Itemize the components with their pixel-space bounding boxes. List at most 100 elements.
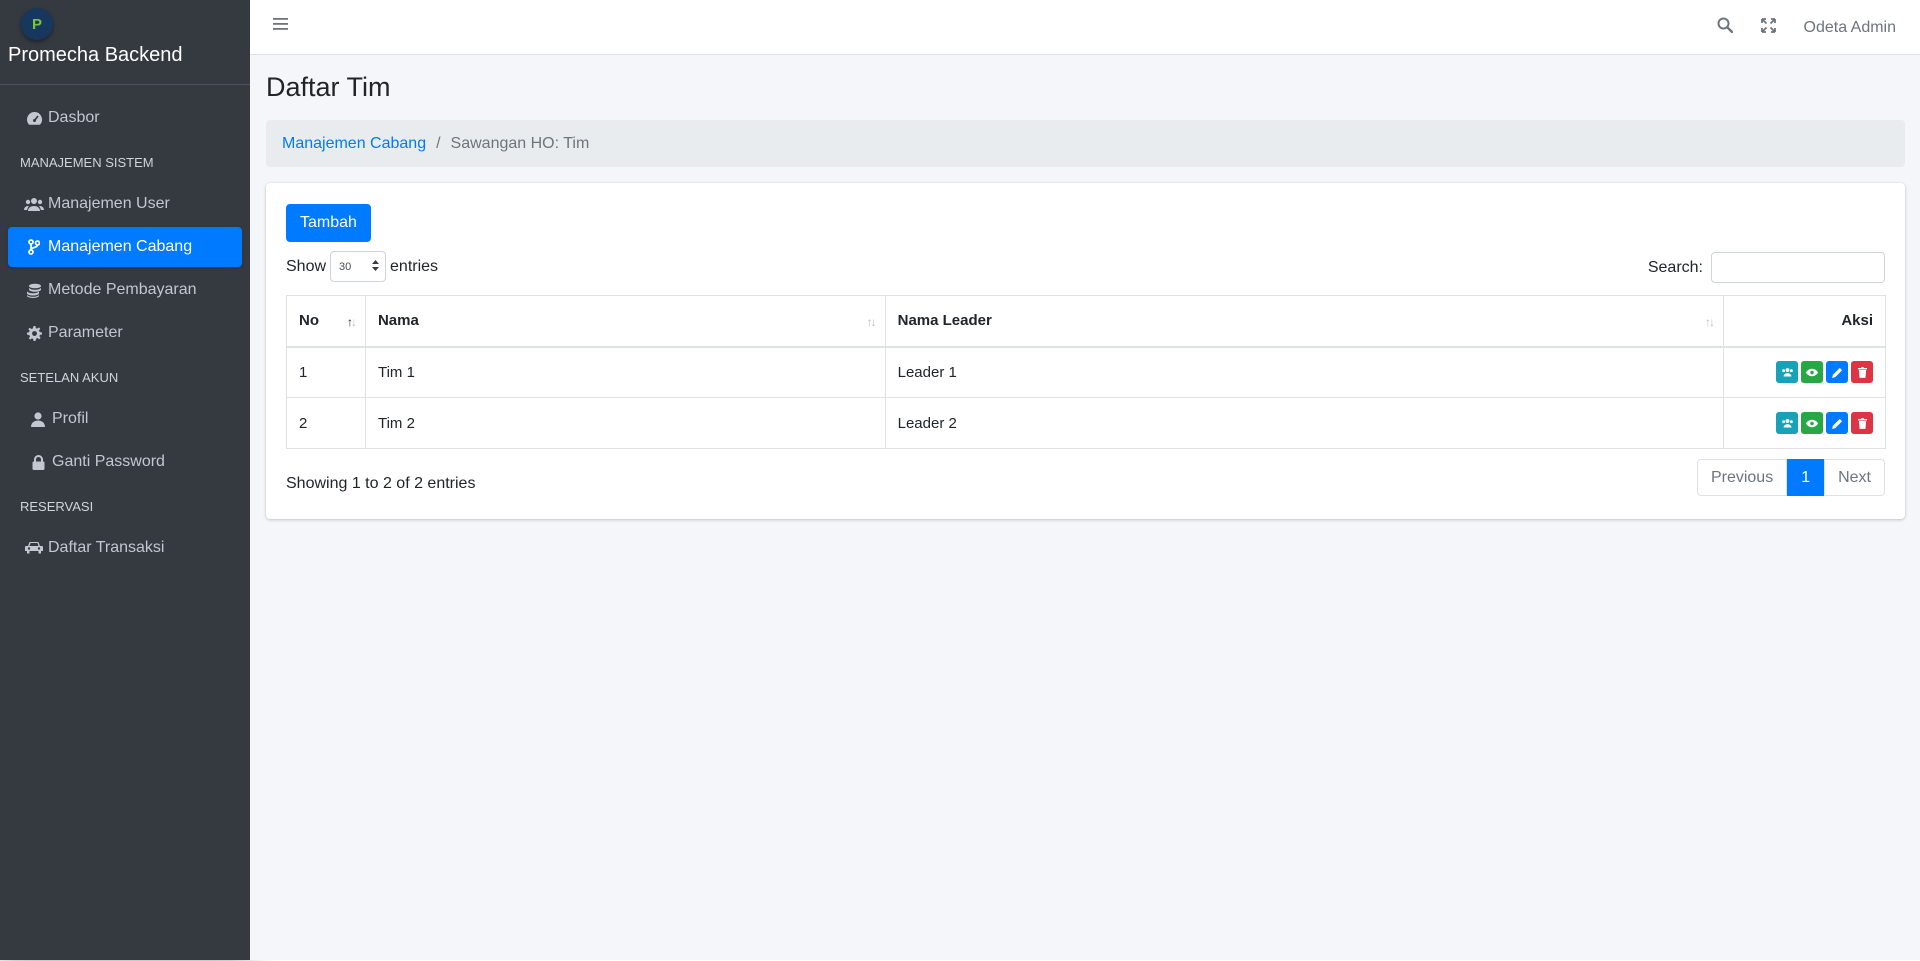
- members-button[interactable]: [1776, 412, 1798, 434]
- next-page-button[interactable]: Next: [1824, 459, 1885, 496]
- nav-header-system: MANAJEMEN SISTEM: [20, 154, 154, 170]
- show-label: Show: [286, 257, 327, 275]
- breadcrumb-separator: /: [436, 134, 441, 152]
- breadcrumb-link-branch-management[interactable]: Manajemen Cabang: [282, 135, 426, 153]
- car-icon: [24, 541, 44, 555]
- users-icon: [24, 197, 44, 211]
- column-header-label: No: [299, 312, 319, 330]
- pencil-icon: [1831, 418, 1842, 429]
- sidebar-item-change-password[interactable]: Ganti Password: [8, 442, 242, 482]
- sidebar-item-transactions[interactable]: Daftar Transaksi: [8, 528, 242, 568]
- column-header-aksi: Aksi: [1723, 295, 1886, 348]
- nav-header-account: SETELAN AKUN: [20, 369, 119, 385]
- table-header-row: No ↑↓ Nama ↑↓ Nama Leader ↑↓ Aksi: [286, 295, 1886, 348]
- brand-logo: P: [21, 8, 53, 40]
- delete-button[interactable]: [1851, 361, 1873, 384]
- eye-icon: [1806, 368, 1818, 376]
- breadcrumb-current: Sawangan HO: Tim: [450, 134, 590, 152]
- members-button[interactable]: [1776, 361, 1798, 384]
- users-icon: [1781, 368, 1793, 377]
- entries-label: entries: [390, 257, 439, 275]
- column-header-label: Nama: [377, 312, 419, 330]
- select-arrows-icon: [372, 259, 380, 274]
- sidebar-item-label: Parameter: [48, 324, 123, 341]
- cell-leader: Leader 2: [884, 397, 1725, 449]
- sort-asc-icon: ↑↓: [346, 315, 357, 329]
- brand-logo-letter: P: [31, 15, 42, 33]
- cell-no: 1: [286, 346, 366, 398]
- menu-toggle-icon[interactable]: [273, 17, 288, 36]
- sidebar-item-parameter[interactable]: Parameter: [8, 313, 242, 353]
- table-search: Search:: [1648, 252, 1885, 283]
- trash-icon: [1857, 366, 1867, 378]
- search-label: Search:: [1647, 258, 1703, 276]
- page-1-button[interactable]: 1: [1787, 459, 1825, 496]
- page-title: Daftar Tim: [266, 72, 391, 102]
- table-row: 1 Tim 1 Leader 1: [286, 346, 1886, 398]
- sidebar-item-label: Manajemen Cabang: [48, 238, 193, 255]
- view-button[interactable]: [1801, 412, 1823, 434]
- sidebar-item-label: Profil: [52, 410, 89, 427]
- code-branch-icon: [24, 239, 44, 255]
- brand-text: Promecha Backend: [8, 44, 183, 67]
- brand-link[interactable]: P Promecha Backend: [0, 0, 250, 85]
- previous-page-button[interactable]: Previous: [1696, 459, 1788, 496]
- entries-select-value: 30: [339, 260, 352, 273]
- sidebar-item-profile[interactable]: Profil: [8, 399, 242, 439]
- brand-name-bold: Promecha: [8, 44, 100, 66]
- table-row: 2 Tim 2 Leader 2: [286, 397, 1886, 449]
- sidebar-item-label: Manajemen User: [48, 195, 170, 212]
- add-button[interactable]: Tambah: [286, 204, 371, 242]
- search-icon[interactable]: [1717, 17, 1733, 38]
- sort-icon: ↑↓: [866, 315, 877, 329]
- team-table: No ↑↓ Nama ↑↓ Nama Leader ↑↓ Aksi 1 Tim 1 L…: [286, 295, 1886, 449]
- sidebar-item-branch-management[interactable]: Manajemen Cabang: [8, 227, 242, 267]
- search-input[interactable]: [1711, 252, 1885, 283]
- cell-actions: [1723, 397, 1886, 449]
- table-info: Showing 1 to 2 of 2 entries: [286, 475, 476, 492]
- fullscreen-icon[interactable]: [1760, 17, 1776, 38]
- user-icon: [28, 411, 48, 427]
- top-navbar: Odeta Admin: [250, 0, 1920, 55]
- cell-leader: Leader 1: [884, 346, 1725, 398]
- breadcrumb: Manajemen Cabang / Sawangan HO: Tim: [266, 120, 1905, 167]
- pagination: Previous 1 Next: [1696, 459, 1885, 496]
- brand-name-light: Backend: [104, 44, 183, 66]
- eye-icon: [1806, 419, 1818, 427]
- column-header-no[interactable]: No ↑↓: [286, 295, 366, 348]
- edit-button[interactable]: [1826, 412, 1848, 434]
- sidebar-item-dashboard[interactable]: Dasbor: [8, 98, 242, 138]
- cell-nama: Tim 2: [364, 397, 886, 449]
- tachometer-icon: [24, 111, 44, 126]
- cell-nama: Tim 1: [364, 346, 886, 398]
- user-menu[interactable]: Odeta Admin: [1804, 19, 1897, 37]
- users-icon: [1781, 419, 1793, 428]
- cell-actions: [1723, 346, 1886, 398]
- navbar-right: Odeta Admin: [1717, 0, 1897, 55]
- column-header-label: Aksi: [1841, 312, 1873, 330]
- sidebar: P Promecha Backend Dasbor MANAJEMEN SIST…: [0, 0, 250, 960]
- nav-header-reservation: RESERVASI: [20, 498, 94, 514]
- column-header-label: Nama Leader: [897, 312, 992, 330]
- sort-icon: ↑↓: [1705, 315, 1715, 329]
- sidebar-item-label: Ganti Password: [52, 453, 165, 470]
- gear-icon: [24, 325, 44, 341]
- entries-length: Show 30 entries: [286, 251, 438, 282]
- sidebar-nav: Dasbor MANAJEMEN SISTEM Manajemen User M…: [0, 85, 250, 568]
- trash-icon: [1857, 417, 1867, 429]
- lock-icon: [28, 454, 48, 470]
- column-header-leader[interactable]: Nama Leader ↑↓: [884, 295, 1725, 348]
- coins-icon: [24, 283, 44, 298]
- content-wrapper: Daftar Tim Manajemen Cabang / Sawangan H…: [250, 55, 1920, 960]
- pencil-icon: [1831, 367, 1842, 378]
- sidebar-item-user-management[interactable]: Manajemen User: [8, 184, 242, 224]
- sidebar-item-label: Dasbor: [48, 109, 100, 126]
- view-button[interactable]: [1801, 361, 1823, 384]
- sidebar-item-payment-methods[interactable]: Metode Pembayaran: [8, 270, 242, 310]
- edit-button[interactable]: [1826, 361, 1848, 384]
- entries-select[interactable]: 30: [330, 251, 387, 282]
- column-header-nama[interactable]: Nama ↑↓: [364, 295, 886, 348]
- cell-no: 2: [286, 397, 366, 449]
- delete-button[interactable]: [1851, 412, 1873, 434]
- sidebar-item-label: Metode Pembayaran: [48, 281, 197, 298]
